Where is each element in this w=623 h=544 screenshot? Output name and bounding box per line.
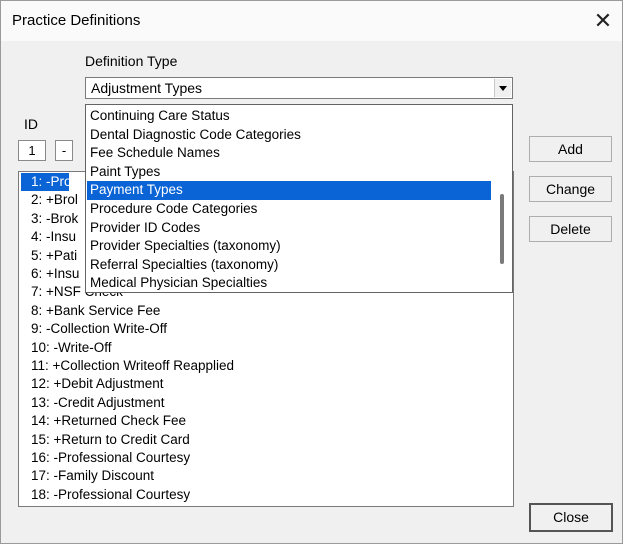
window-title: Practice Definitions [12, 12, 141, 29]
id-field[interactable]: 1 [18, 140, 46, 161]
dropdown-option[interactable]: Continuing Care Status [87, 107, 491, 126]
dropdown-option[interactable]: Provider ID Codes [87, 219, 491, 238]
scrollbar[interactable] [494, 106, 511, 291]
dropdown-option[interactable]: Procedure Code Categories [87, 200, 491, 219]
id-label: ID [24, 116, 38, 132]
title-bar: Practice Definitions ✕ [1, 1, 622, 41]
close-icon[interactable]: ✕ [590, 8, 616, 34]
dropdown-option[interactable]: Referral Specialties (taxonomy) [87, 256, 491, 275]
list-item[interactable]: 14: +Returned Check Fee [21, 412, 511, 430]
definition-type-value: Adjustment Types [91, 80, 203, 96]
dropdown-option[interactable]: Dental Diagnostic Code Categories [87, 126, 491, 145]
dropdown-button[interactable] [494, 79, 511, 97]
list-item[interactable]: 1: -Profe [21, 173, 83, 191]
definition-type-label: Definition Type [85, 53, 178, 69]
list-item[interactable]: 8: +Bank Service Fee [21, 302, 511, 320]
definition-type-select[interactable]: Adjustment Types [85, 77, 513, 99]
practice-definitions-dialog: Practice Definitions ✕ Definition Type A… [0, 0, 623, 544]
list-item[interactable]: 11: +Collection Writeoff Reapplied [21, 357, 511, 375]
dropdown-option[interactable]: Medical Physician Specialties [87, 274, 491, 292]
delete-button[interactable]: Delete [529, 216, 612, 242]
scrollbar-thumb[interactable] [500, 194, 504, 264]
dropdown-option[interactable]: Paint Types [87, 163, 491, 182]
dropdown-option[interactable]: Payment Types [87, 181, 491, 200]
list-item[interactable]: 15: +Return to Credit Card [21, 431, 511, 449]
sign-field[interactable]: - [55, 140, 73, 161]
list-item[interactable]: 9: -Collection Write-Off [21, 320, 511, 338]
change-button[interactable]: Change [529, 176, 612, 202]
definition-type-dropdown-list[interactable]: Continuing Care Status Dental Diagnostic … [85, 104, 513, 293]
chevron-down-icon [499, 86, 507, 91]
dropdown-option[interactable]: Fee Schedule Names [87, 144, 491, 163]
close-button[interactable]: Close [529, 503, 613, 532]
list-item[interactable]: 18: -Professional Courtesy [21, 486, 511, 504]
add-button[interactable]: Add [529, 136, 612, 162]
list-item[interactable]: 16: -Professional Courtesy [21, 449, 511, 467]
list-item[interactable]: 12: +Debit Adjustment [21, 375, 511, 393]
list-item[interactable]: 17: -Family Discount [21, 467, 511, 485]
list-item[interactable]: 10: -Write-Off [21, 339, 511, 357]
dropdown-option[interactable]: Provider Specialties (taxonomy) [87, 237, 491, 256]
list-item[interactable]: 13: -Credit Adjustment [21, 394, 511, 412]
